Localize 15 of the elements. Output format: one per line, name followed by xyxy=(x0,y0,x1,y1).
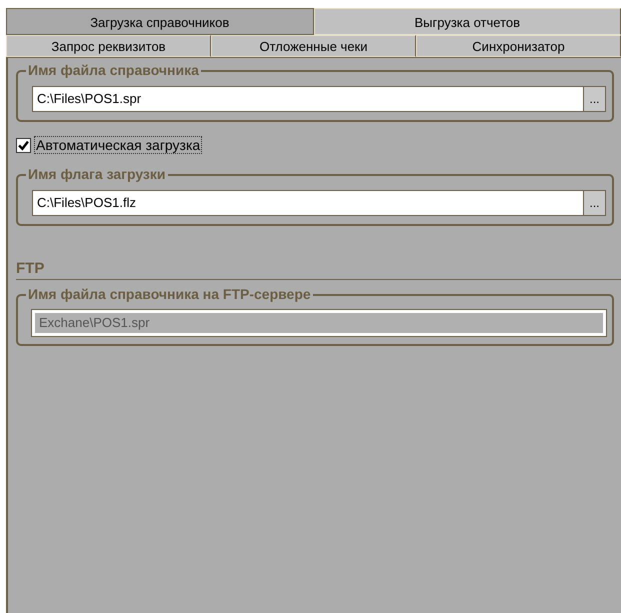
group-title: Имя флага загрузки xyxy=(26,166,168,182)
checkbox-label[interactable]: Автоматическая загрузка xyxy=(34,136,202,154)
flag-path-field[interactable]: C:\Files\POS1.flz ... xyxy=(32,190,606,216)
tab[interactable]: Синхронизатор xyxy=(416,35,621,57)
group-title: Имя файла справочника на FTP-сервере xyxy=(26,286,313,302)
browse-button[interactable]: ... xyxy=(583,87,605,111)
group-title: Имя файла справочника xyxy=(26,62,201,78)
checkbox[interactable] xyxy=(16,138,31,152)
tab[interactable]: Загрузка справочников xyxy=(6,8,314,35)
section-heading: FTP xyxy=(16,260,621,280)
tab[interactable]: Запрос реквизитов xyxy=(6,35,211,57)
browse-button[interactable]: ... xyxy=(583,191,605,215)
tab[interactable]: Выгрузка отчетов xyxy=(314,8,621,35)
file-path-field[interactable]: C:\Files\POS1.spr ... xyxy=(32,86,606,112)
tab[interactable]: Отложенные чеки xyxy=(211,35,416,57)
